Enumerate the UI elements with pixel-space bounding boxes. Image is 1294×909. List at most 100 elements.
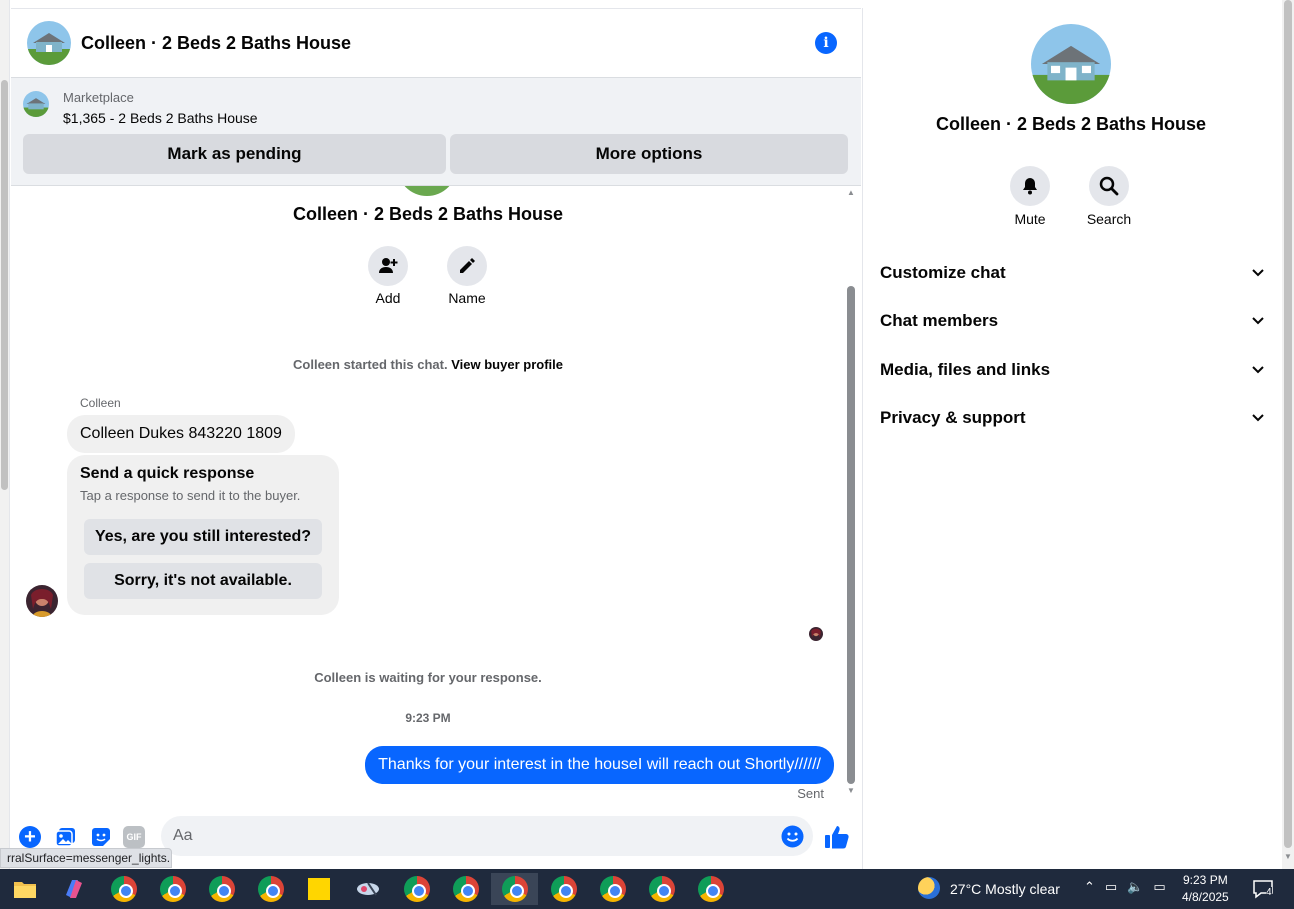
listing-profile-photo[interactable]: [1031, 24, 1111, 104]
conversation-avatar: [397, 186, 457, 196]
scroll-down-arrow-icon[interactable]: ▼: [1284, 852, 1292, 861]
chrome-icon[interactable]: [491, 873, 538, 905]
quick-response-title: Send a quick response: [80, 465, 255, 482]
chrome-icon[interactable]: [544, 873, 584, 905]
panel-title: Colleen · 2 Beds 2 Baths House: [935, 114, 1207, 134]
search-label: Search: [1086, 211, 1132, 227]
media-files-links-section[interactable]: Media, files and links: [880, 348, 1265, 392]
quick-response-not-available[interactable]: Sorry, it's not available.: [84, 563, 322, 599]
listing-thumbnail[interactable]: [23, 91, 49, 117]
sticker-icon[interactable]: [90, 826, 112, 848]
quick-response-subtitle: Tap a response to send it to the buyer.: [80, 488, 301, 503]
bell-icon: [1010, 166, 1050, 206]
notification-count: 4: [1266, 887, 1272, 898]
chrome-icon[interactable]: [153, 873, 193, 905]
chevron-down-icon: [1252, 269, 1264, 277]
notification-center-icon[interactable]: 4: [1252, 879, 1274, 899]
mute-label: Mute: [1014, 211, 1046, 227]
clock-date: 4/8/2025: [1182, 890, 1229, 904]
read-receipt-avatar: [809, 627, 823, 641]
mark-as-pending-button[interactable]: Mark as pending: [23, 134, 446, 174]
chrome-icon[interactable]: [642, 873, 682, 905]
section-label: Customize chat: [880, 263, 1006, 282]
network-icon[interactable]: ▭: [1153, 879, 1165, 895]
search-button[interactable]: Search: [1074, 166, 1144, 227]
sticky-notes-icon[interactable]: [299, 873, 339, 905]
name-label: Name: [448, 290, 486, 306]
chrome-icon[interactable]: [104, 873, 144, 905]
chat-started-text: Colleen started this chat.: [293, 357, 448, 372]
incoming-message[interactable]: Colleen Dukes 843220 1809: [67, 415, 295, 453]
listing-avatar[interactable]: [27, 21, 71, 65]
section-label: Chat members: [880, 311, 999, 330]
emoji-icon[interactable]: [781, 825, 804, 848]
privacy-support-section[interactable]: Privacy & support: [880, 396, 1265, 440]
windows-taskbar: 27°C Mostly clear ⌃ ▭ 🔈 ▭ 9:23 PM 4/8/20…: [0, 869, 1294, 909]
chat-started-notice: Colleen started this chat. View buyer pr…: [11, 357, 845, 372]
outgoing-message[interactable]: Thanks for your interest in the houseI w…: [365, 746, 834, 784]
buyer-avatar[interactable]: [26, 585, 58, 617]
chat-header: Colleen · 2 Beds 2 Baths House i: [11, 8, 861, 78]
conversation-scrollbar[interactable]: ▲ ▼: [845, 186, 859, 806]
section-label: Media, files and links: [880, 360, 1051, 379]
chrome-icon[interactable]: [397, 873, 437, 905]
sender-name: Colleen: [80, 396, 121, 410]
scroll-up-arrow-icon[interactable]: ▲: [847, 188, 855, 197]
chat-title[interactable]: Colleen · 2 Beds 2 Baths House: [81, 33, 351, 54]
mute-button[interactable]: Mute: [995, 166, 1065, 227]
thumbs-up-icon[interactable]: [824, 824, 850, 850]
window-scrollbar-thumb[interactable]: [1284, 0, 1292, 848]
system-tray: ⌃ ▭ 🔈 ▭: [1084, 879, 1166, 895]
listing-price-title[interactable]: $1,365 - 2 Beds 2 Baths House: [63, 110, 258, 126]
add-people-button[interactable]: Add: [358, 246, 418, 306]
conversation-title: Colleen · 2 Beds 2 Baths House: [292, 204, 564, 224]
photo-icon[interactable]: [55, 826, 77, 848]
pencil-icon: [447, 246, 487, 286]
marketplace-banner: Marketplace $1,365 - 2 Beds 2 Baths Hous…: [11, 78, 861, 186]
chevron-up-icon[interactable]: ⌃: [1084, 879, 1095, 895]
chrome-icon[interactable]: [251, 873, 291, 905]
snipping-tool-icon[interactable]: [348, 873, 388, 905]
chrome-icon[interactable]: [202, 873, 242, 905]
chrome-icon[interactable]: [691, 873, 731, 905]
file-explorer-icon[interactable]: [5, 873, 45, 905]
left-scrollbar[interactable]: [0, 0, 10, 869]
weather-widget[interactable]: 27°C Mostly clear: [950, 881, 1060, 897]
speaker-icon[interactable]: 🔈: [1127, 879, 1143, 895]
add-label: Add: [375, 290, 401, 306]
chevron-down-icon: [1252, 317, 1264, 325]
view-buyer-profile-link[interactable]: View buyer profile: [451, 357, 563, 372]
waiting-notice: Colleen is waiting for your response.: [314, 670, 542, 685]
plus-icon[interactable]: +: [19, 826, 41, 848]
sent-status: Sent: [797, 786, 824, 801]
quick-response-still-interested[interactable]: Yes, are you still interested?: [84, 519, 322, 555]
chat-members-section[interactable]: Chat members: [880, 299, 1265, 343]
copilot-icon[interactable]: [54, 873, 94, 905]
weather-moon-icon[interactable]: [918, 877, 940, 899]
chevron-down-icon: [1252, 366, 1264, 374]
quick-response-card: Send a quick response Tap a response to …: [67, 455, 339, 615]
meet-now-icon[interactable]: ▭: [1105, 879, 1117, 895]
marketplace-label: Marketplace: [63, 90, 134, 105]
name-chat-button[interactable]: Name: [437, 246, 497, 306]
scroll-down-arrow-icon[interactable]: ▼: [847, 786, 855, 795]
conversation-thread: Colleen · 2 Beds 2 Baths House Add Name …: [11, 186, 845, 806]
window-scrollbar[interactable]: ▼: [1282, 0, 1294, 869]
chat-info-panel: Colleen · 2 Beds 2 Baths House Mute Sear…: [862, 8, 1282, 869]
chevron-down-icon: [1252, 414, 1264, 422]
clock-time: 9:23 PM: [1183, 873, 1228, 887]
more-options-button[interactable]: More options: [450, 134, 848, 174]
add-person-icon: [368, 246, 408, 286]
customize-chat-section[interactable]: Customize chat: [880, 251, 1265, 295]
system-clock[interactable]: 9:23 PM 4/8/2025: [1182, 872, 1229, 906]
chrome-icon[interactable]: [593, 873, 633, 905]
message-timestamp: 9:23 PM: [405, 711, 451, 725]
message-input[interactable]: [161, 816, 813, 856]
search-icon: [1089, 166, 1129, 206]
section-label: Privacy & support: [880, 408, 1026, 427]
info-icon[interactable]: i: [815, 32, 837, 54]
status-url-tooltip: rralSurface=messenger_lights...: [0, 848, 172, 868]
gif-icon[interactable]: GIF: [123, 826, 145, 848]
chrome-icon[interactable]: [446, 873, 486, 905]
scrollbar-thumb[interactable]: [847, 286, 855, 784]
